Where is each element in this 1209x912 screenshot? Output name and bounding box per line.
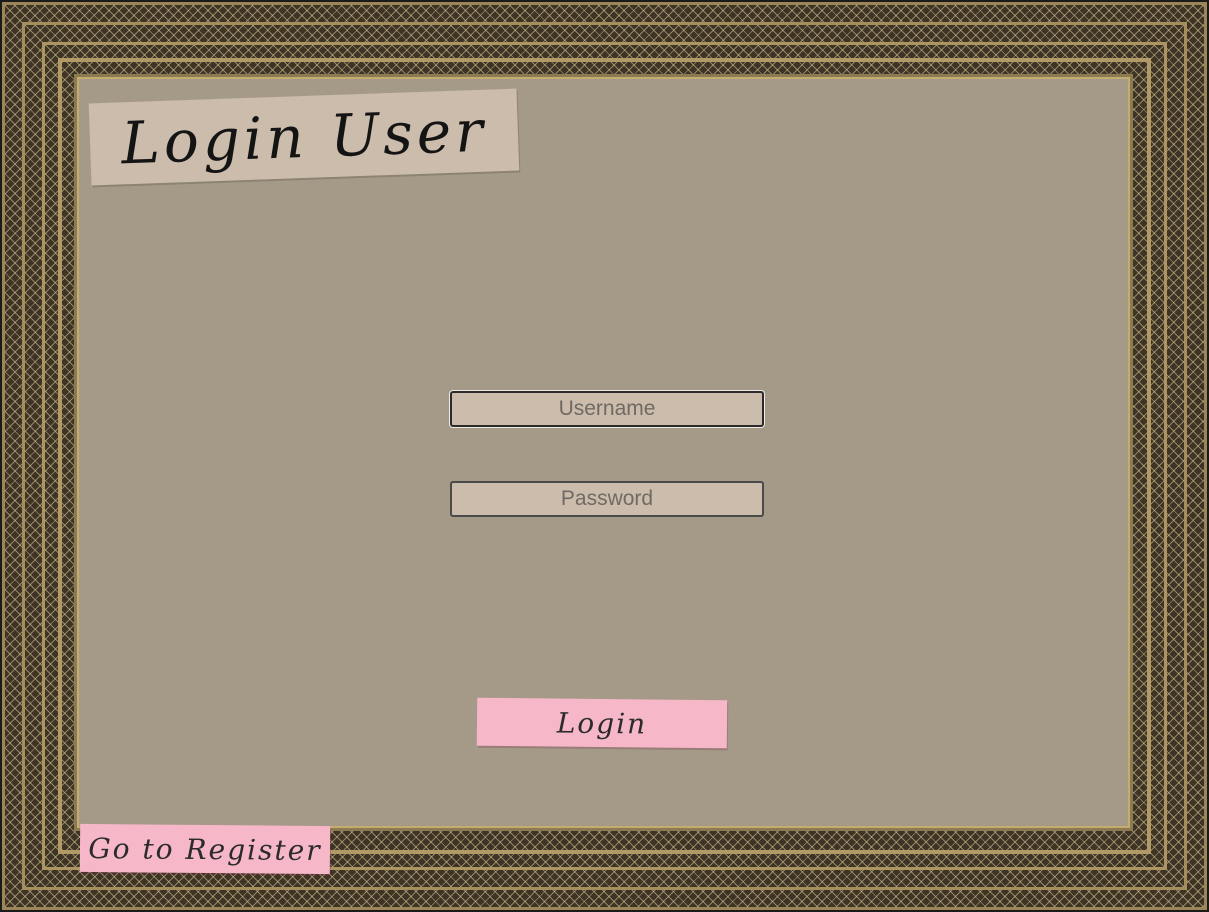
go-to-register-button[interactable]: Go to Register bbox=[79, 823, 331, 875]
username-input[interactable] bbox=[450, 391, 764, 427]
page-title: Login User bbox=[120, 96, 488, 178]
login-button[interactable]: Login bbox=[476, 697, 728, 749]
title-note: Login User bbox=[88, 88, 520, 186]
password-input[interactable] bbox=[450, 481, 764, 517]
